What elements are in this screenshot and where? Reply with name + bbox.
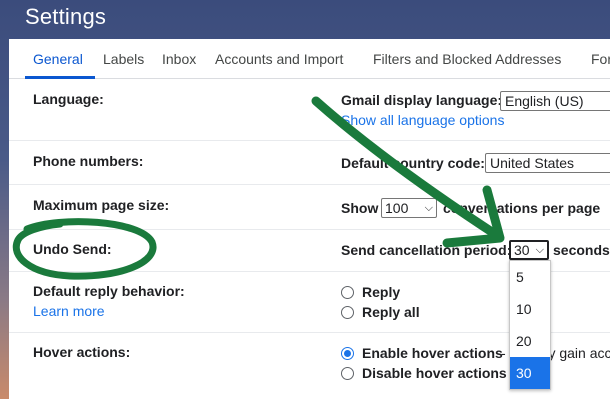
display-language-value: English (US) [505,93,584,109]
dropdown-option-10[interactable]: 10 [510,293,550,325]
send-cancellation-period-label: Send cancellation period: [341,242,512,258]
send-cancellation-period-select[interactable]: 30 ⌵ [509,240,549,260]
dropdown-option-30[interactable]: 30 [510,357,550,389]
dropdown-option-20[interactable]: 20 [510,325,550,357]
disable-hover-actions-radio[interactable] [341,367,354,380]
tab-labels[interactable]: Labels [103,51,144,67]
enable-hover-actions-label[interactable]: Enable hover actions [362,345,503,361]
country-code-label: Default country code: [341,155,485,171]
reply-radio[interactable] [341,286,354,299]
show-label: Show [341,200,379,216]
country-code-select[interactable]: United States [485,153,610,173]
dropdown-option-label: 10 [516,301,532,317]
setting-row-phone-numbers: Phone numbers: Default country code: Uni… [9,140,610,185]
page-title: Settings [25,4,107,29]
enable-hover-actions-radio[interactable] [341,347,354,360]
tab-forwarding[interactable]: For [591,51,610,67]
tab-accounts-and-import[interactable]: Accounts and Import [215,51,343,67]
chevron-down-icon: ⌵ [535,244,544,256]
reply-behavior-label: Default reply behavior: [33,283,185,299]
seconds-label: seconds [553,242,610,258]
settings-panel: General Labels Inbox Accounts and Import… [9,39,610,399]
dropdown-option-label: 20 [516,333,532,349]
setting-row-language: Language: Gmail display language: Englis… [9,79,610,141]
show-all-language-options-link[interactable]: Show all language options [341,112,504,128]
reply-all-radio[interactable] [341,306,354,319]
display-language-label: Gmail display language: [341,92,503,108]
tab-inbox[interactable]: Inbox [162,51,196,67]
dropdown-option-label: 5 [516,269,524,285]
undo-send-label: Undo Send: [33,241,112,257]
reply-option-label[interactable]: Reply [362,284,400,300]
hover-actions-label: Hover actions: [33,344,131,360]
send-cancellation-period-value: 30 [514,242,530,258]
display-language-select[interactable]: English (US) [500,91,610,111]
page-size-value: 100 [385,200,409,216]
setting-row-page-size: Maximum page size: Show 100 ⌵ conversati… [9,184,610,230]
dropdown-option-label: 30 [516,365,532,381]
page-size-select[interactable]: 100 ⌵ [381,198,437,218]
tab-general[interactable]: General [33,51,83,67]
country-code-value: United States [490,155,575,171]
language-label: Language: [33,91,104,107]
learn-more-link[interactable]: Learn more [33,303,105,319]
settings-tabs: General Labels Inbox Accounts and Import… [9,39,610,79]
page-size-suffix: conversations per page [443,200,601,216]
dropdown-option-5[interactable]: 5 [510,261,550,293]
send-cancellation-period-dropdown: 5 10 20 30 [509,260,551,390]
phone-numbers-label: Phone numbers: [33,153,144,169]
disable-hover-actions-label[interactable]: Disable hover actions [362,365,507,381]
chevron-down-icon: ⌵ [424,202,433,214]
tab-filters-and-blocked-addresses[interactable]: Filters and Blocked Addresses [373,51,561,67]
reply-all-option-label[interactable]: Reply all [362,304,420,320]
max-page-size-label: Maximum page size: [33,197,170,213]
